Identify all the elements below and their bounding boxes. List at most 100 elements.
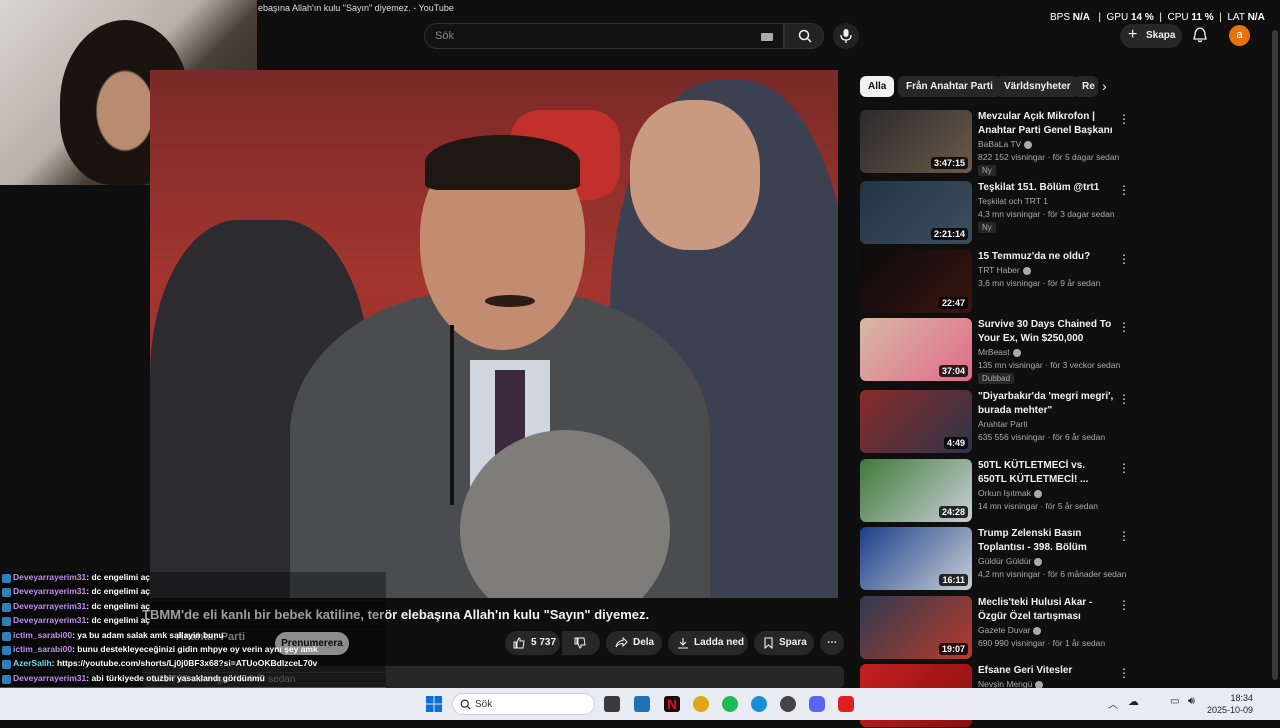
chip-truncated[interactable]: Re xyxy=(1074,76,1098,97)
recommendation-item[interactable]: 3:47:15 Mevzular Açık Mikrofon | Anahtar … xyxy=(860,110,1140,176)
windows-taskbar: Sök N ︿ ☁ ▭ 🔊︎ 18:34 2025-10-09 xyxy=(0,688,1280,720)
chip-from-channel[interactable]: Från Anahtar Parti xyxy=(898,76,1001,97)
recommendation-channel[interactable]: BaBaLa TV xyxy=(978,139,1033,149)
chat-message: Deveyarrayerim31: dc engelimi aç xyxy=(0,615,386,630)
task-view-icon[interactable] xyxy=(604,696,620,712)
search-button[interactable] xyxy=(784,23,824,49)
video-thumbnail[interactable]: 37:04 xyxy=(860,318,972,381)
video-thumbnail[interactable]: 3:47:15 xyxy=(860,110,972,173)
like-button[interactable]: 5 737 xyxy=(505,631,560,655)
recommendation-title[interactable]: Mevzular Açık Mikrofon | Anahtar Parti G… xyxy=(978,110,1116,138)
recommendation-title[interactable]: 15 Temmuz'da ne oldu? xyxy=(978,250,1116,264)
video-thumbnail[interactable]: 22:47 xyxy=(860,250,972,313)
spotify-icon[interactable] xyxy=(722,696,738,712)
more-actions-button[interactable]: ⋯ xyxy=(820,631,844,655)
keyboard-icon[interactable] xyxy=(761,33,773,41)
more-vertical-icon[interactable]: ⋮ xyxy=(1118,461,1130,475)
recommendation-channel[interactable]: Güldür Güldür xyxy=(978,556,1043,566)
recommendation-item[interactable]: 22:47 15 Temmuz'da ne oldu? TRT Haber 3,6 m… xyxy=(860,250,1140,314)
more-vertical-icon[interactable]: ⋮ xyxy=(1118,392,1130,406)
video-thumbnail[interactable]: 4:49 xyxy=(860,390,972,453)
chevron-right-icon[interactable]: › xyxy=(1102,78,1107,94)
video-thumbnail[interactable]: 16:11 xyxy=(860,527,972,590)
search-input[interactable]: Sök xyxy=(424,23,784,49)
discord-icon[interactable] xyxy=(809,696,825,712)
netflix-icon[interactable]: N xyxy=(664,696,680,712)
channel-name-text: Orkun Işıtmak xyxy=(978,488,1031,498)
video-thumbnail[interactable]: 2:21:14 xyxy=(860,181,972,244)
stat-label: LAT xyxy=(1227,12,1245,23)
more-vertical-icon[interactable]: ⋮ xyxy=(1118,529,1130,543)
youtube-app-icon[interactable] xyxy=(838,696,854,712)
verified-check-icon xyxy=(1033,626,1042,635)
recommendation-channel[interactable]: Gazete Duvar xyxy=(978,625,1042,635)
chip-all[interactable]: Alla xyxy=(860,76,895,97)
recommendation-channel[interactable]: TRT Haber xyxy=(978,265,1031,275)
recommendation-meta: 135 mn visningar · för 3 veckor sedan xyxy=(978,360,1121,370)
voice-search-button[interactable] xyxy=(833,23,859,49)
recommendation-channel[interactable]: Anahtar Parti xyxy=(978,419,1028,429)
chat-message: Deveyarrayerim31: dc engelimi aç xyxy=(0,586,386,601)
more-vertical-icon[interactable]: ⋮ xyxy=(1118,598,1130,612)
platform-icon xyxy=(2,588,11,598)
recommendation-item[interactable]: 37:04 Survive 30 Days Chained To Your Ex,… xyxy=(860,318,1140,384)
more-vertical-icon[interactable]: ⋮ xyxy=(1118,112,1130,126)
recommendation-title[interactable]: "Diyarbakır'da 'megri megri', burada meh… xyxy=(978,390,1116,418)
taskbar-search[interactable]: Sök xyxy=(452,693,595,715)
chevron-up-icon[interactable]: ︿ xyxy=(1108,696,1118,711)
recommendation-channel[interactable]: Teşkilat och TRT 1 xyxy=(978,196,1048,206)
recommendation-item[interactable]: 2:21:14 Teşkilat 151. Bölüm @trt1 Teşkilat… xyxy=(860,181,1140,245)
video-thumbnail[interactable]: 19:07 xyxy=(860,596,972,659)
more-vertical-icon[interactable]: ⋮ xyxy=(1118,666,1130,680)
download-button[interactable]: Ladda ned xyxy=(668,631,748,655)
more-vertical-icon[interactable]: ⋮ xyxy=(1118,183,1130,197)
page-scrollbar[interactable] xyxy=(1272,30,1278,680)
recommendation-title[interactable]: Teşkilat 151. Bölüm @trt1 xyxy=(978,181,1116,195)
recommendation-channel[interactable]: MrBeast xyxy=(978,347,1021,357)
save-button[interactable]: Spara xyxy=(754,631,814,655)
window-title: ebaşına Allah'ın kulu "Sayın" diyemez. -… xyxy=(258,3,454,13)
platform-icon xyxy=(2,631,11,641)
recommendation-item[interactable]: 24:28 50TL KÜTLETMECİ vs. 650TL KÜTLETMEC… xyxy=(860,459,1140,523)
platform-icon xyxy=(2,602,11,612)
channel-name-text: Anahtar Parti xyxy=(978,419,1028,429)
duration-badge: 22:47 xyxy=(938,297,968,309)
more-vertical-icon[interactable]: ⋮ xyxy=(1118,252,1130,266)
microphone-icon xyxy=(840,29,852,43)
recommendation-item[interactable]: 19:07 Meclis'teki Hulusi Akar - Özgür Öze… xyxy=(860,596,1140,660)
steam-icon[interactable] xyxy=(780,696,796,712)
dislike-button[interactable] xyxy=(562,631,600,655)
more-vertical-icon[interactable]: ⋮ xyxy=(1118,320,1130,334)
create-button[interactable]: + Skapa xyxy=(1120,24,1182,48)
volume-icon[interactable]: 🔊︎ xyxy=(1188,695,1195,708)
chat-text: : dc engelimi aç xyxy=(86,586,151,597)
recommendation-title[interactable]: Trump Zelenski Basın Toplantısı - 398. B… xyxy=(978,527,1116,555)
chip-world-news[interactable]: Världsnyheter xyxy=(996,76,1079,97)
video-player[interactable] xyxy=(150,70,838,598)
recommendation-item[interactable]: 16:11 Trump Zelenski Basın Toplantısı - 3… xyxy=(860,527,1140,591)
save-label: Spara xyxy=(779,637,807,648)
recommendation-title[interactable]: Efsane Geri Vitesler xyxy=(978,664,1116,678)
duration-badge: 24:28 xyxy=(938,506,968,518)
cloud-icon[interactable]: ☁ xyxy=(1128,695,1139,708)
share-button[interactable]: Dela xyxy=(606,631,662,655)
recommendation-channel[interactable]: Orkun Işıtmak xyxy=(978,488,1042,498)
video-thumbnail[interactable]: 24:28 xyxy=(860,459,972,522)
file-explorer-icon[interactable] xyxy=(634,696,650,712)
recommendation-item[interactable]: 4:49 "Diyarbakır'da 'megri megri', burada… xyxy=(860,390,1140,454)
recommendation-title[interactable]: Survive 30 Days Chained To Your Ex, Win … xyxy=(978,318,1116,346)
recommendation-title[interactable]: Meclis'teki Hulusi Akar - Özgür Özel tar… xyxy=(978,596,1116,624)
edge-icon[interactable] xyxy=(751,696,767,712)
more-horizontal-icon: ⋯ xyxy=(827,637,837,648)
avatar[interactable]: a xyxy=(1229,25,1250,46)
network-icon[interactable]: ▭ xyxy=(1170,696,1179,707)
recommendation-title[interactable]: 50TL KÜTLETMECİ vs. 650TL KÜTLETMECİ! ..… xyxy=(978,459,1116,487)
duration-badge: 16:11 xyxy=(939,574,968,586)
taskbar-clock[interactable]: 18:34 2025-10-09 xyxy=(1205,692,1253,716)
chrome-icon[interactable] xyxy=(693,696,709,712)
thumbs-up-icon xyxy=(513,637,525,649)
stat-label: BPS xyxy=(1050,12,1071,23)
bell-icon[interactable] xyxy=(1192,27,1208,43)
bookmark-icon xyxy=(764,637,773,649)
windows-start-icon[interactable] xyxy=(426,696,442,712)
